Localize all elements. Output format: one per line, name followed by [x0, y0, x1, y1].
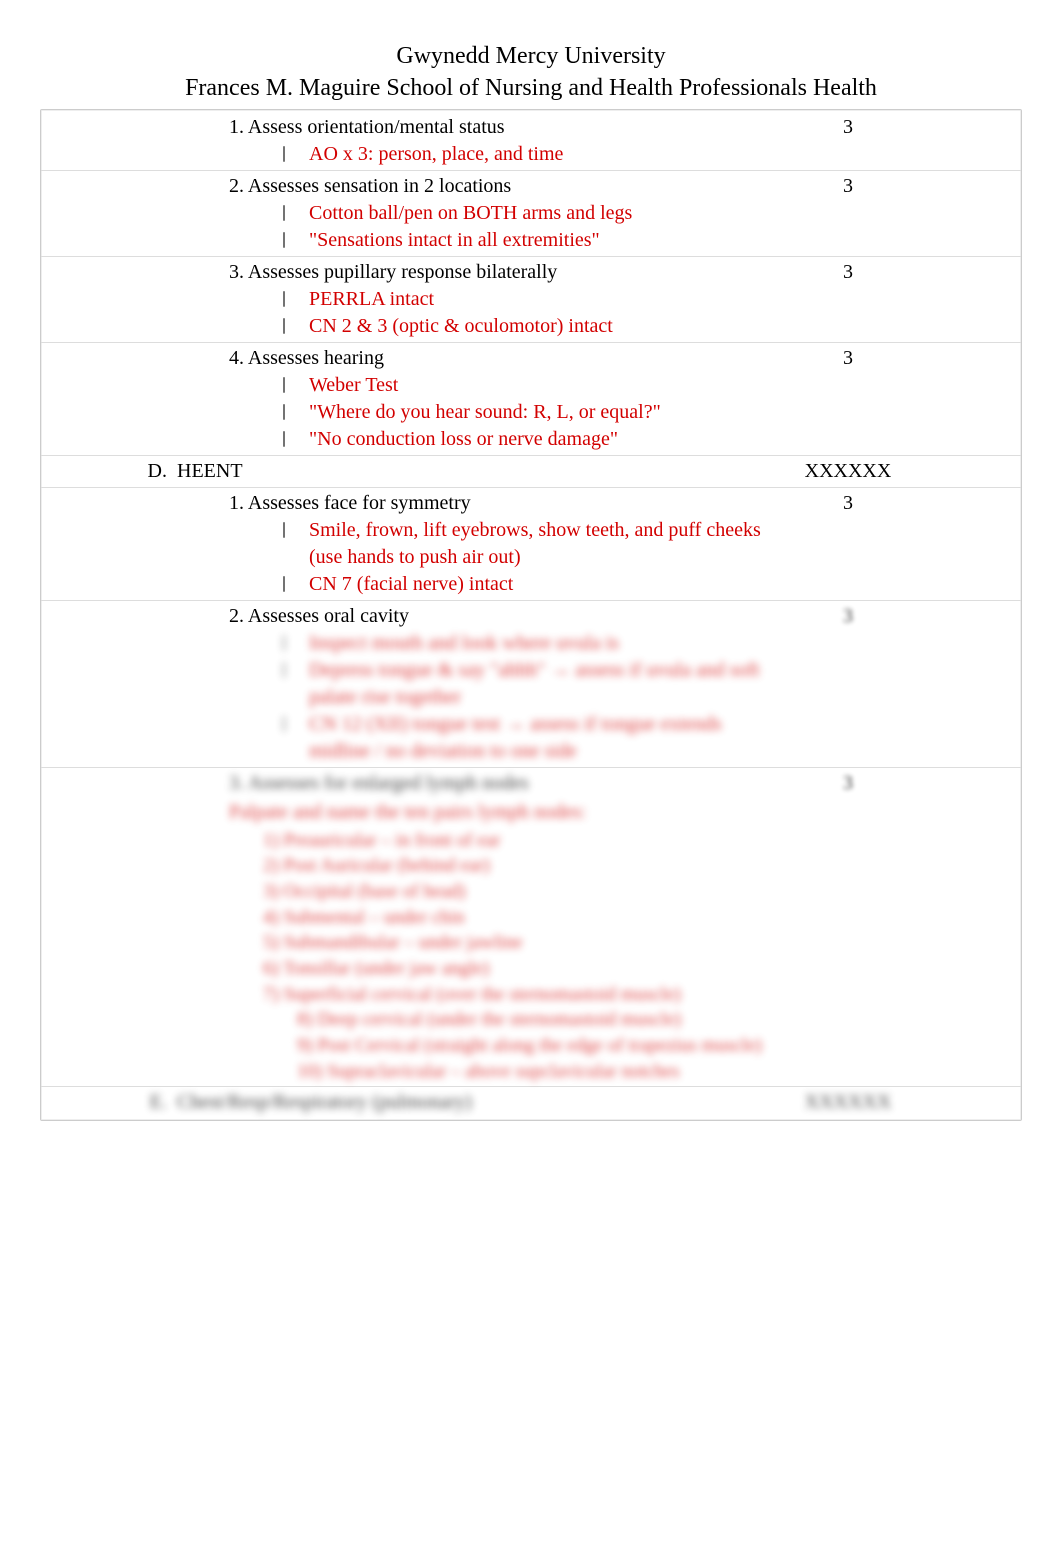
university-title: Gwynedd Mercy University — [40, 40, 1022, 72]
item-number: 2. — [229, 605, 244, 627]
score-cell: 3 — [787, 112, 909, 171]
list-item: 10) Supraclavicular – above supclavicula… — [263, 1059, 781, 1085]
document-header: Gwynedd Mercy University Frances M. Magu… — [40, 40, 1022, 105]
item-bullet: Smile, frown, lift eyebrows, show teeth,… — [279, 517, 781, 571]
score-cell: 3 — [787, 342, 909, 455]
item-number: 1. — [229, 492, 244, 514]
table-row: 2. Assesses sensation in 2 locations Cot… — [41, 170, 1021, 256]
document-page: Gwynedd Mercy University Frances M. Magu… — [0, 0, 1062, 1561]
item-number: 1. — [229, 116, 244, 138]
list-item: 5) Submandibular – under jawline — [263, 930, 781, 956]
table-row: 4. Assesses hearing Weber Test "Where do… — [41, 342, 1021, 455]
section-header-row: E. Chest/Resp/Respiratory (pulmonary) XX… — [41, 1087, 1021, 1119]
item-title: Assess orientation/mental status — [248, 116, 505, 138]
section-header-row: D. HEENT XXXXXX — [41, 455, 1021, 487]
item-bullet-blurred: Depress tongue & say "ahhh" → assess if … — [279, 657, 781, 711]
item-number: 3. — [229, 772, 244, 794]
list-item: 2) Post Auricular (behind ear) — [263, 853, 781, 879]
section-letter: E. — [150, 1091, 167, 1113]
section-label: HEENT — [177, 460, 243, 482]
item-bullet: "Where do you hear sound: R, L, or equal… — [279, 399, 781, 426]
table-row: 1. Assess orientation/mental status AO x… — [41, 112, 1021, 171]
assessment-box: 1. Assess orientation/mental status AO x… — [40, 109, 1022, 1121]
item-intro: Palpate and name the ten pairs lymph nod… — [229, 799, 781, 826]
score-cell: 3 — [787, 487, 909, 600]
item-title: Assesses for enlarged lymph nodes — [248, 772, 529, 794]
section-label: Chest/Resp/Respiratory (pulmonary) — [177, 1091, 472, 1113]
item-bullet: Weber Test — [279, 372, 781, 399]
score-cell: 3 — [843, 772, 853, 794]
school-subtitle: Frances M. Maguire School of Nursing and… — [40, 72, 1022, 104]
list-item: 3) Occipital (base of head) — [263, 879, 781, 905]
list-item: 8) Deep cervical (under the sternomastoi… — [263, 1007, 781, 1033]
item-title: Assesses pupillary response bilaterally — [248, 261, 557, 283]
score-cell: 3 — [843, 605, 853, 627]
lymph-node-list: 1) Preauricular – in front of ear 2) Pos… — [263, 828, 781, 1084]
list-item: 1) Preauricular – in front of ear — [263, 828, 781, 854]
item-title: Assesses hearing — [248, 347, 384, 369]
item-number: 3. — [229, 261, 244, 283]
table-row: 3. Assesses pupillary response bilateral… — [41, 256, 1021, 342]
list-item: 4) Submental – under chin — [263, 905, 781, 931]
item-number: 2. — [229, 175, 244, 197]
item-bullet: Cotton ball/pen on BOTH arms and legs — [279, 200, 781, 227]
item-bullet: "Sensations intact in all extremities" — [279, 227, 781, 254]
list-item: 9) Post Cervical (straight along the edg… — [263, 1033, 781, 1059]
item-title: Assesses oral cavity — [248, 605, 409, 627]
list-item: 7) Superficial cervical (over the sterno… — [263, 982, 781, 1008]
item-bullet: PERRLA intact — [279, 286, 781, 313]
score-cell: 3 — [787, 256, 909, 342]
item-bullet: AO x 3: person, place, and time — [279, 141, 781, 168]
item-bullet: "No conduction loss or nerve damage" — [279, 426, 781, 453]
section-score: XXXXXX — [787, 455, 909, 487]
table-row: 3. Assesses for enlarged lymph nodes Pal… — [41, 767, 1021, 1086]
item-bullet-blurred: CN 12 (XII) tongue test → assess if tong… — [279, 711, 781, 765]
list-item: 6) Tonsillar (under jaw angle) — [263, 956, 781, 982]
item-bullet: CN 2 & 3 (optic & oculomotor) intact — [279, 313, 781, 340]
section-letter: D. — [148, 460, 167, 482]
item-bullet-blurred: Inspect mouth and look where uvula is — [279, 630, 781, 657]
item-number: 4. — [229, 347, 244, 369]
item-title: Assesses sensation in 2 locations — [248, 175, 511, 197]
section-score: XXXXXX — [805, 1091, 892, 1113]
table-row: 2. Assesses oral cavity Inspect mouth an… — [41, 600, 1021, 767]
table-row: 1. Assesses face for symmetry Smile, fro… — [41, 487, 1021, 600]
score-cell: 3 — [787, 170, 909, 256]
item-title: Assesses face for symmetry — [248, 492, 471, 514]
assessment-table: 1. Assess orientation/mental status AO x… — [41, 112, 1021, 1118]
item-bullet: CN 7 (facial nerve) intact — [279, 571, 781, 598]
